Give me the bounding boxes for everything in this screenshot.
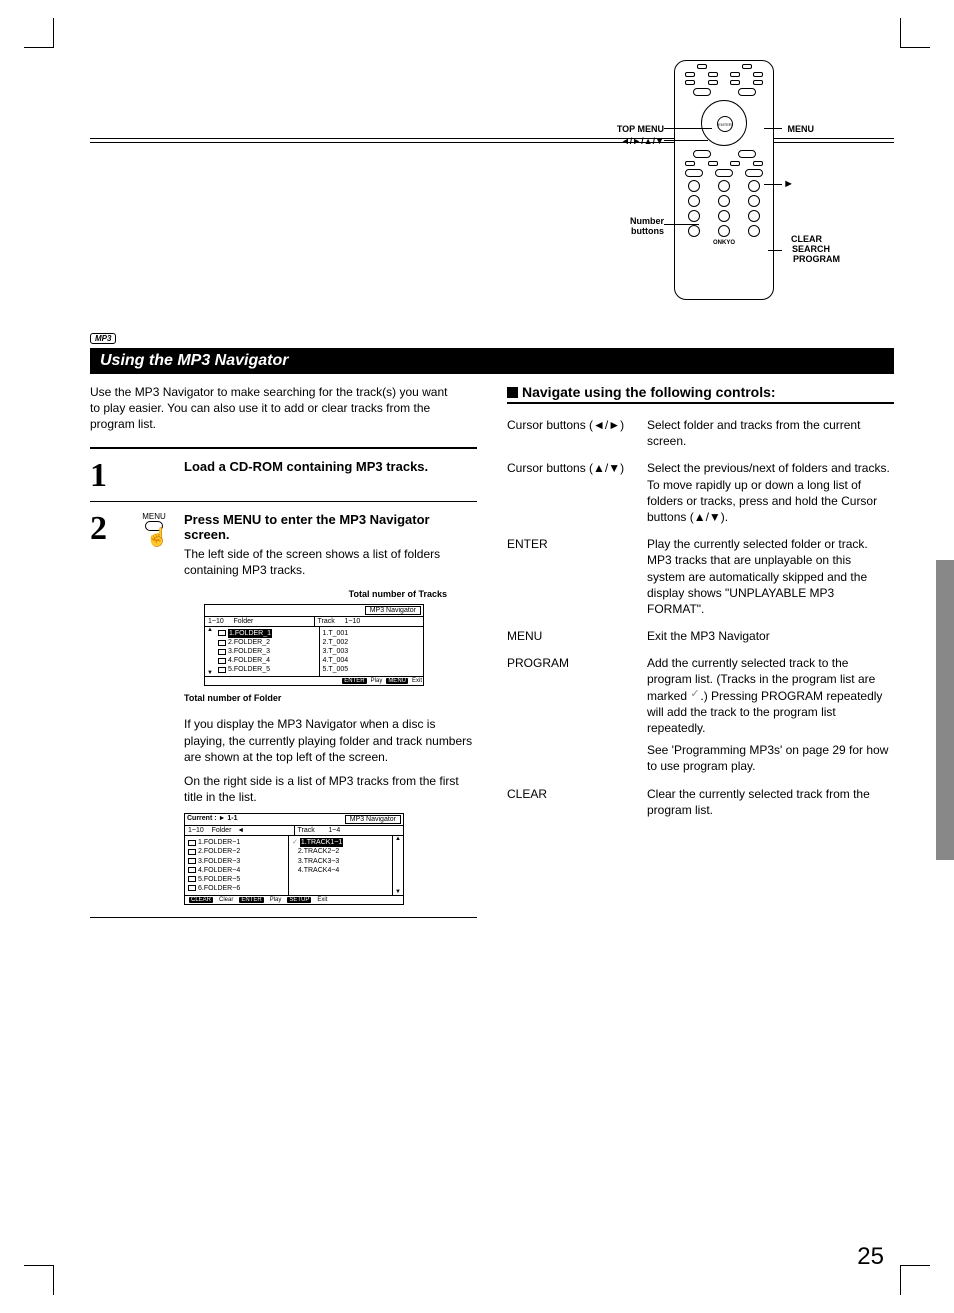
key-menu: MENU — [386, 678, 408, 684]
remote-diagram: ENTER ONKYO TOP MENU ◄/►/▲/▼ Number butt… — [90, 60, 894, 320]
subheading: Navigate using the following controls: — [507, 384, 894, 404]
step-title: Press MENU to enter the MP3 Navigator sc… — [184, 512, 477, 542]
track-item: 5.T_005 — [323, 665, 349, 674]
folder-item: 2.FOLDER_2 — [228, 638, 270, 647]
step-title: Load a CD-ROM containing MP3 tracks. — [184, 459, 477, 474]
remote-label-buttons: buttons — [631, 226, 664, 236]
control-desc: Play the currently selected folder or tr… — [647, 533, 894, 625]
hdr: 1~10 — [344, 618, 360, 625]
track-item: 3.TRACK3~3 — [298, 857, 339, 866]
leader-line — [664, 140, 708, 141]
control-key: Cursor buttons (▲/▼) — [507, 457, 647, 533]
folder-item: 1.FOLDER~1 — [198, 838, 240, 847]
control-key: MENU — [507, 625, 647, 652]
step-1: 1 Load a CD-ROM containing MP3 tracks. — [90, 459, 477, 493]
step-number: 2 — [90, 512, 124, 909]
text: See 'Programming MP3s' on page 29 for ho… — [647, 742, 890, 774]
step-text: If you display the MP3 Navigator when a … — [184, 716, 477, 765]
nav-screen-1: MP3 Navigator 1~10 Folder Track 1~10 ▲▼ … — [204, 604, 424, 686]
key-label: Play — [270, 897, 282, 903]
remote-label-menu: MENU — [788, 124, 815, 134]
leader-line — [764, 128, 782, 129]
remote-label-clear: CLEAR — [791, 234, 822, 244]
folder-item: 3.FOLDER_3 — [228, 647, 270, 656]
key-label: Clear — [219, 897, 233, 903]
control-desc: Select the previous/next of folders and … — [647, 457, 894, 533]
hdr: Track — [298, 827, 315, 834]
track-item: 1.TRACK1~1 — [300, 838, 343, 847]
nav-screen-2: Current : ► 1-1 MP3 Navigator 1~10 Folde… — [184, 813, 404, 905]
left-column: Use the MP3 Navigator to make searching … — [90, 384, 477, 928]
check-icon — [690, 690, 700, 700]
section-title: Using the MP3 Navigator — [90, 348, 894, 374]
control-desc: Exit the MP3 Navigator — [647, 625, 894, 652]
leader-line — [664, 128, 712, 129]
track-item: 4.TRACK4~4 — [298, 866, 339, 875]
remote-icon: ENTER ONKYO — [674, 60, 774, 300]
control-key: ENTER — [507, 533, 647, 625]
key-label: Exit — [317, 897, 327, 903]
page-number: 25 — [857, 1243, 884, 1271]
screen-tab: MP3 Navigator — [345, 815, 401, 824]
control-desc: Select folder and tracks from the curren… — [647, 414, 894, 457]
control-key: Cursor buttons (◄/►) — [507, 414, 647, 457]
screen-tab: MP3 Navigator — [365, 606, 421, 615]
key-enter: ENTER — [239, 897, 263, 903]
hdr: 1~4 — [328, 827, 340, 834]
remote-label-number: Number — [630, 216, 664, 226]
folder-item: 4.FOLDER_4 — [228, 656, 270, 665]
track-item: 2.TRACK2~2 — [298, 847, 339, 856]
step-number: 1 — [90, 459, 124, 493]
key-clear: CLEAR — [189, 897, 213, 903]
key-enter: ENTER — [342, 678, 366, 684]
remote-label-program: PROGRAM — [793, 254, 840, 264]
hdr: Track — [318, 618, 335, 625]
folder-item: 1.FOLDER_1 — [228, 629, 272, 638]
label-total-folder: Total number of Folder — [184, 693, 281, 703]
folder-item: 2.FOLDER~2 — [198, 847, 240, 856]
page-content: ENTER ONKYO TOP MENU ◄/►/▲/▼ Number butt… — [0, 0, 954, 1313]
current-indicator: Current : ► 1-1 — [187, 815, 238, 824]
subhead-text: Navigate using the following controls: — [522, 384, 776, 400]
menu-button-icon: MENU ☝ — [136, 512, 172, 909]
hdr: 1~10 — [208, 618, 224, 625]
control-key: CLEAR — [507, 783, 647, 826]
hdr: ◄ — [237, 827, 244, 834]
folder-item: 5.FOLDER_5 — [228, 665, 270, 674]
remote-label-play: ► — [783, 178, 794, 190]
track-item: 2.T_002 — [323, 638, 349, 647]
remote-label-search: SEARCH — [792, 244, 830, 254]
mp3-badge: MP3 — [90, 333, 116, 344]
icon-label: MENU — [136, 512, 172, 521]
remote-label-arrows: ◄/►/▲/▼ — [621, 136, 664, 146]
right-column: Navigate using the following controls: C… — [507, 384, 894, 928]
leader-line — [768, 250, 782, 251]
key-label: Play — [371, 678, 383, 684]
key-label: Exit — [412, 678, 422, 684]
hdr: 1~10 — [188, 827, 204, 834]
label-total-tracks: Total number of Tracks — [349, 589, 447, 599]
leader-line — [664, 224, 699, 225]
key-setup: SETUP — [287, 897, 311, 903]
track-item: 3.T_003 — [323, 647, 349, 656]
folder-item: 4.FOLDER~4 — [198, 866, 240, 875]
folder-item: 3.FOLDER~3 — [198, 857, 240, 866]
intro-text: Use the MP3 Navigator to make searching … — [90, 384, 460, 433]
track-item: 4.T_004 — [323, 656, 349, 665]
leader-line — [764, 184, 782, 185]
control-desc: Clear the currently selected track from … — [647, 783, 894, 826]
folder-item: 5.FOLDER~5 — [198, 875, 240, 884]
step-text: The left side of the screen shows a list… — [184, 546, 477, 578]
hdr: Folder — [212, 827, 232, 834]
control-key: PROGRAM — [507, 652, 647, 782]
folder-item: 6.FOLDER~6 — [198, 884, 240, 893]
remote-label-topmenu: TOP MENU — [617, 124, 664, 134]
step-2: 2 MENU ☝ Press MENU to enter the MP3 Nav… — [90, 512, 477, 909]
track-item: 1.T_001 — [323, 629, 349, 638]
hdr: Folder — [234, 618, 254, 625]
control-desc: Add the currently selected track to the … — [647, 652, 894, 782]
step-text: On the right side is a list of MP3 track… — [184, 773, 477, 805]
controls-table: Cursor buttons (◄/►) Select folder and t… — [507, 414, 894, 826]
